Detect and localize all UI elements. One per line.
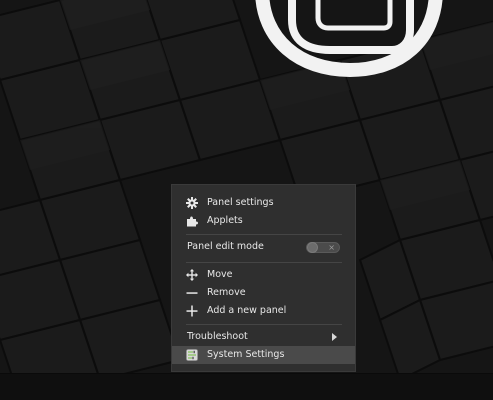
menu-item-system-settings[interactable]: System Settings [172,346,355,364]
menu-item-label: Troubleshoot [187,331,248,342]
bottom-panel[interactable] [0,373,493,400]
menu-item-panel-settings[interactable]: Panel settings [172,194,355,212]
menu-item-label: System Settings [207,349,285,360]
toggle-off-icon: × [328,243,335,252]
menu-item-label: Add a new panel [207,305,287,316]
panel-edit-mode-toggle[interactable]: × [306,242,340,253]
menu-item-label: Panel edit mode [187,241,264,252]
menu-item-panel-edit-mode[interactable]: Panel edit mode × [172,238,355,256]
move-arrows-icon [186,269,198,281]
menu-item-label: Move [207,269,233,280]
plus-icon [186,305,198,317]
menu-separator [186,324,342,325]
menu-item-remove[interactable]: Remove [172,284,355,302]
menu-separator [186,262,342,263]
panel-context-menu: Panel settings Applets Panel edit mode × [171,184,356,372]
menu-item-troubleshoot[interactable]: Troubleshoot [172,328,355,346]
menu-item-label: Applets [207,215,243,226]
menu-item-applets[interactable]: Applets [172,212,355,230]
minus-icon [186,287,198,299]
toggle-knob [307,242,318,253]
menu-item-move[interactable]: Move [172,266,355,284]
gear-icon [186,197,198,209]
menu-separator [186,234,342,235]
desktop: Panel settings Applets Panel edit mode × [0,0,493,400]
submenu-arrow-icon [332,333,337,341]
menu-item-add-new-panel[interactable]: Add a new panel [172,302,355,320]
puzzle-icon [186,215,198,227]
menu-item-label: Panel settings [207,197,274,208]
menu-item-label: Remove [207,287,246,298]
system-settings-icon [186,349,198,361]
